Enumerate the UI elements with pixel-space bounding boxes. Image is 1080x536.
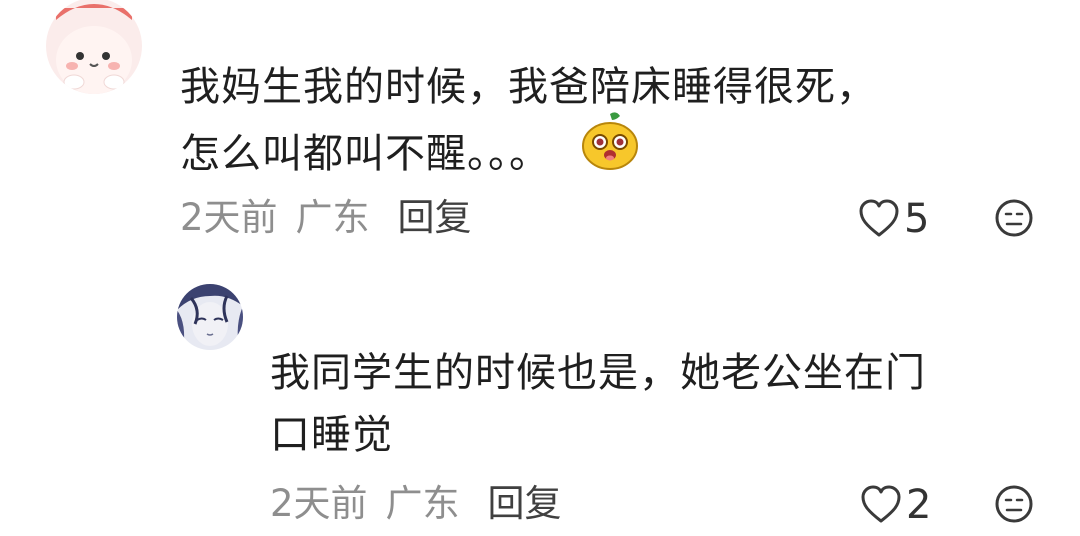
neutral-face-icon (995, 485, 1033, 523)
reply-button[interactable]: 回复 (398, 196, 472, 239)
timestamp: 2天前 (270, 482, 368, 525)
heart-outline-icon (861, 485, 901, 523)
location: 广东 (295, 196, 370, 239)
heart-outline-icon (859, 199, 899, 237)
comment-text-line: 我同学生的时候也是，她老公坐在门 (270, 350, 926, 396)
comment-text-line-2: 口睡觉 (270, 412, 393, 458)
neutral-face-icon (995, 199, 1033, 237)
like-count: 5 (904, 196, 930, 242)
dislike-button[interactable] (994, 198, 1034, 242)
reply-button[interactable]: 回复 (488, 482, 562, 525)
comment-body: 我同学生的时候也是，她老公坐在门 口睡觉 (270, 342, 926, 466)
avatar[interactable] (177, 284, 243, 350)
comment-meta: 2天前 广东 回复 (270, 482, 562, 526)
comment-body: 我妈生我的时候，我爸陪床睡得很死， 怎么叫都叫不醒。。。 (180, 56, 877, 194)
comment-text-line: 怎么叫都叫不醒。。。 (180, 112, 877, 194)
location: 广东 (385, 482, 460, 525)
dislike-button[interactable] (994, 484, 1034, 528)
timestamp: 2天前 (180, 196, 278, 239)
avatar[interactable] (46, 0, 142, 94)
like-count: 2 (906, 482, 932, 528)
comment-meta: 2天前 广东 回复 (180, 196, 472, 240)
comment-thread: 我妈生我的时候，我爸陪床睡得很死， 怎么叫都叫不醒。。。 2天前 广东 回复 5… (0, 0, 1080, 536)
comment-text-line: 我妈生我的时候，我爸陪床睡得很死， (180, 64, 877, 110)
like-button[interactable]: 2 (860, 482, 931, 528)
like-button[interactable]: 5 (858, 196, 929, 242)
comment-text-line-2: 怎么叫都叫不醒。。。 (180, 131, 550, 177)
grinning-mascot-emoji (580, 112, 640, 188)
